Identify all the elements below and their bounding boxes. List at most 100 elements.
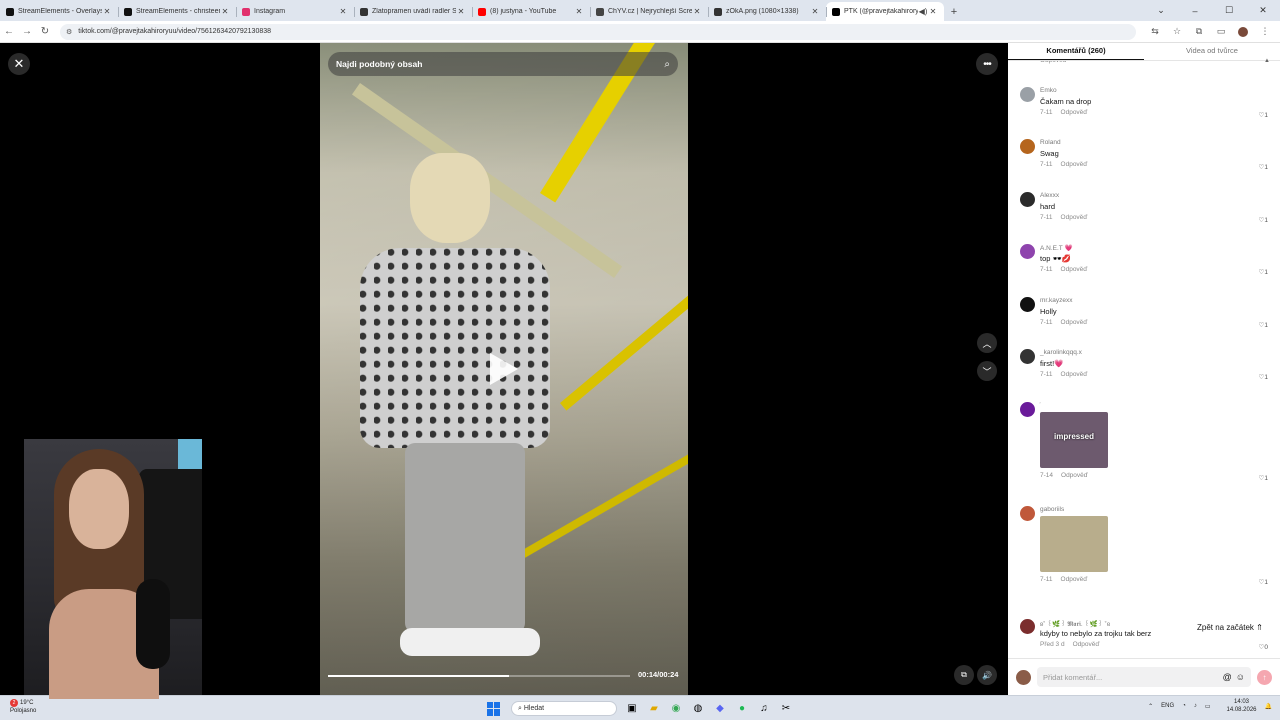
- avatar[interactable]: [1020, 297, 1035, 312]
- tab-close-icon[interactable]: ✕: [574, 7, 584, 16]
- windows-start-icon[interactable]: [487, 701, 501, 716]
- video-player[interactable]: Najdi podobný obsah ⌕ 00:14/00:24: [320, 43, 688, 695]
- reply-link[interactable]: Odpověď: [1061, 214, 1088, 221]
- chrome-icon[interactable]: ◉: [667, 700, 685, 718]
- browser-tab[interactable]: PTK (@pravejtakahiroryuu)◀)✕: [826, 2, 944, 21]
- translate-icon[interactable]: ⇆: [1144, 26, 1166, 37]
- file-explorer-icon[interactable]: ▰: [645, 700, 663, 718]
- weather-widget[interactable]: 2 19°C Polojasno: [10, 699, 36, 715]
- close-window-icon[interactable]: ✕: [1246, 0, 1280, 21]
- reply-link[interactable]: Odpověď: [1061, 161, 1088, 168]
- audio-icon[interactable]: ◀): [918, 7, 928, 16]
- mention-icon[interactable]: @: [1223, 672, 1232, 682]
- tab-close-icon[interactable]: ✕: [220, 7, 230, 16]
- reply-link[interactable]: Odpověď: [1061, 576, 1088, 583]
- menu-icon[interactable]: ⋮: [1254, 26, 1276, 37]
- notifications-icon[interactable]: 🔔: [1265, 703, 1272, 710]
- emoji-icon[interactable]: ☺: [1236, 672, 1245, 682]
- tab-close-icon[interactable]: ✕: [456, 7, 466, 16]
- music-icon[interactable]: ♫: [755, 700, 773, 718]
- like-button[interactable]: ♡1: [1259, 578, 1268, 586]
- reply-link[interactable]: Odpověď: [1040, 61, 1067, 64]
- tray-chevron-icon[interactable]: ⌃: [1148, 703, 1153, 710]
- tab-close-icon[interactable]: ✕: [102, 7, 112, 16]
- comment-input[interactable]: Přidat komentář... @ ☺: [1037, 667, 1251, 687]
- reload-icon[interactable]: ↻: [36, 26, 54, 37]
- avatar[interactable]: [1020, 402, 1035, 417]
- network-icon[interactable]: ◔: [1182, 703, 1186, 709]
- comment-list[interactable]: Odpověď Emko Čakam na drop 7-11 Odpověď ♡1 Ro…: [1008, 61, 1280, 651]
- progress-bar[interactable]: [328, 675, 630, 677]
- post-comment-button[interactable]: ↑: [1257, 669, 1272, 685]
- avatar[interactable]: [1020, 87, 1035, 102]
- back-to-top-button[interactable]: Zpět na začátek ⇑: [1197, 623, 1263, 632]
- url-field[interactable]: ⚙ tiktok.com/@pravejtakahiroryuu/video/7…: [60, 23, 1136, 40]
- like-button[interactable]: ♡1: [1259, 321, 1268, 329]
- snipping-tool-icon[interactable]: ✂: [777, 700, 795, 718]
- tab-close-icon[interactable]: ✕: [338, 7, 348, 16]
- new-tab-button[interactable]: +: [944, 2, 964, 21]
- reply-link[interactable]: Odpověď: [1061, 371, 1088, 378]
- reply-link[interactable]: Odpověď: [1061, 109, 1088, 116]
- speaker-icon[interactable]: ♪: [1194, 703, 1197, 709]
- avatar[interactable]: [1020, 619, 1035, 634]
- profile-avatar[interactable]: [1238, 26, 1248, 37]
- browser-tab[interactable]: StreamElements - christeenes✕: [118, 2, 236, 21]
- avatar[interactable]: [1020, 349, 1035, 364]
- task-view-icon[interactable]: ▣: [623, 700, 641, 718]
- extensions-icon[interactable]: ⧉: [1188, 26, 1210, 37]
- comment-username[interactable]: _karolinkqqq.x: [1040, 349, 1082, 356]
- like-button[interactable]: ♡1: [1259, 474, 1268, 482]
- picture-in-picture-icon[interactable]: ⧉: [954, 665, 974, 685]
- reply-link[interactable]: Odpověď: [1061, 472, 1088, 479]
- reply-link[interactable]: Odpověď: [1061, 319, 1088, 326]
- avatar[interactable]: [1020, 192, 1035, 207]
- comment-username[interactable]: Alexxx: [1040, 192, 1059, 199]
- chevron-down-icon[interactable]: ﹀: [977, 361, 997, 381]
- more-options-icon[interactable]: •••: [976, 53, 998, 75]
- like-button[interactable]: ♡1: [1259, 216, 1268, 224]
- like-button[interactable]: ♡0: [1259, 643, 1268, 651]
- language-indicator[interactable]: ENG: [1161, 703, 1174, 709]
- similar-content-search[interactable]: Najdi podobný obsah ⌕: [328, 52, 678, 76]
- like-button[interactable]: ♡1: [1259, 163, 1268, 171]
- search-icon[interactable]: ⌕: [664, 59, 670, 70]
- comment-username[interactable]: mr.kayzexx: [1040, 297, 1073, 304]
- bookmark-star-icon[interactable]: ☆: [1166, 26, 1188, 37]
- like-button[interactable]: ♡1: [1259, 111, 1268, 119]
- back-icon[interactable]: ←: [0, 26, 18, 37]
- obs-icon[interactable]: ◍: [689, 700, 707, 718]
- comment-username[interactable]: Emko: [1040, 87, 1057, 94]
- volume-icon[interactable]: 🔊: [977, 665, 997, 685]
- browser-tab[interactable]: ChYV.cz | Nejrychlejší Screenšot✕: [590, 2, 708, 21]
- minimize-icon[interactable]: –: [1178, 0, 1212, 21]
- spotify-icon[interactable]: ●: [733, 700, 751, 718]
- browser-tab[interactable]: Instagram ✕: [236, 2, 354, 21]
- comment-username[interactable]: A.N.E.T 💗: [1040, 244, 1073, 252]
- browser-tab[interactable]: (8) justyna - YouTube ✕: [472, 2, 590, 21]
- avatar[interactable]: [1020, 139, 1035, 154]
- avatar[interactable]: [1020, 244, 1035, 259]
- comment-username[interactable]: ʚ˚ ꒰🌿꒱ 𝕸𝖆𝖗𝖎. ꒰🌿꒱ ˚ɞ: [1040, 619, 1110, 629]
- browser-tab[interactable]: zOkA.png (1080×1338) ✕: [708, 2, 826, 21]
- tab-close-icon[interactable]: ✕: [928, 7, 938, 16]
- forward-icon[interactable]: →: [18, 26, 36, 37]
- maximize-icon[interactable]: ☐: [1212, 0, 1246, 21]
- taskbar-search[interactable]: ⌕ Hledat: [511, 701, 617, 716]
- reply-link[interactable]: Odpověď: [1073, 641, 1100, 648]
- tab-creator-videos[interactable]: Videa od tvůrce: [1144, 43, 1280, 60]
- tab-comments[interactable]: Komentářů (260): [1008, 43, 1144, 60]
- chevron-down-icon[interactable]: ⌄: [1144, 0, 1178, 21]
- tab-close-icon[interactable]: ✕: [810, 7, 820, 16]
- play-icon[interactable]: [490, 353, 518, 385]
- clock[interactable]: 14:03 14.08.2026: [1218, 698, 1256, 714]
- browser-tab[interactable]: Zlatopramen uvádí radler Soul✕: [354, 2, 472, 21]
- battery-icon[interactable]: ▭: [1205, 703, 1211, 710]
- reply-link[interactable]: Odpověď: [1061, 266, 1088, 273]
- tab-close-icon[interactable]: ✕: [692, 7, 702, 16]
- site-info-icon[interactable]: ⚙: [66, 28, 72, 36]
- avatar[interactable]: [1020, 506, 1035, 521]
- like-button[interactable]: ♡1: [1259, 373, 1268, 381]
- comment-username[interactable]: gaboriils: [1040, 506, 1064, 513]
- discord-icon[interactable]: ◆: [711, 700, 729, 718]
